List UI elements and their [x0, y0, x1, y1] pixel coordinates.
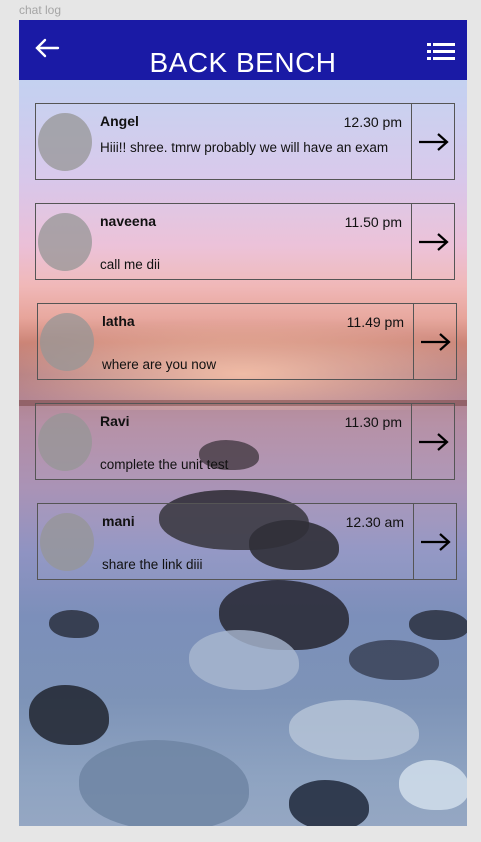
message-preview: complete the unit test — [100, 457, 229, 472]
phone-screen: BACK BENCH Angel 12.30 pm Hiii!! shree. … — [19, 20, 467, 826]
message-preview: call me dii — [100, 257, 161, 272]
message-time: 12.30 pm — [343, 114, 402, 130]
arrow-right-icon — [421, 533, 451, 551]
page-title: BACK BENCH — [149, 47, 337, 78]
chat-item-ravi[interactable]: Ravi 11.30 pm complete the unit test — [35, 403, 455, 480]
open-chat-button[interactable] — [413, 304, 456, 379]
open-chat-button[interactable] — [413, 504, 456, 579]
open-chat-button[interactable] — [411, 204, 454, 279]
contact-name: naveena — [100, 213, 157, 229]
menu-button[interactable] — [427, 42, 455, 62]
chat-item-angel[interactable]: Angel 12.30 pm Hiii!! shree. tmrw probab… — [35, 103, 455, 180]
arrow-right-icon — [419, 433, 449, 451]
arrow-right-icon — [421, 333, 451, 351]
chat-list: Angel 12.30 pm Hiii!! shree. tmrw probab… — [19, 20, 467, 826]
message-preview: where are you now — [102, 357, 217, 372]
frame-label: chat log — [19, 3, 62, 17]
open-chat-button[interactable] — [411, 104, 454, 179]
chat-item-mani[interactable]: mani 12.30 am share the link diii — [37, 503, 457, 580]
chat-item-latha[interactable]: latha 11.49 pm where are you now — [37, 303, 457, 380]
open-chat-button[interactable] — [411, 404, 454, 479]
message-preview: share the link diii — [102, 557, 203, 572]
message-time: 12.30 am — [345, 514, 404, 530]
list-menu-icon — [427, 43, 455, 60]
avatar — [40, 513, 94, 571]
app-header: BACK BENCH — [19, 20, 467, 80]
chat-item-naveena[interactable]: naveena 11.50 pm call me dii — [35, 203, 455, 280]
arrow-right-icon — [419, 133, 449, 151]
avatar — [38, 113, 92, 171]
avatar — [38, 213, 92, 271]
arrow-right-icon — [419, 233, 449, 251]
contact-name: Angel — [100, 113, 139, 129]
message-preview: Hiii!! shree. tmrw probably we will have… — [100, 140, 389, 155]
contact-name: latha — [102, 313, 135, 329]
message-time: 11.49 pm — [346, 314, 404, 330]
message-time: 11.30 pm — [344, 414, 402, 430]
avatar — [40, 313, 94, 371]
message-time: 11.50 pm — [344, 214, 402, 230]
contact-name: Ravi — [100, 413, 130, 429]
contact-name: mani — [102, 513, 135, 529]
avatar — [38, 413, 92, 471]
